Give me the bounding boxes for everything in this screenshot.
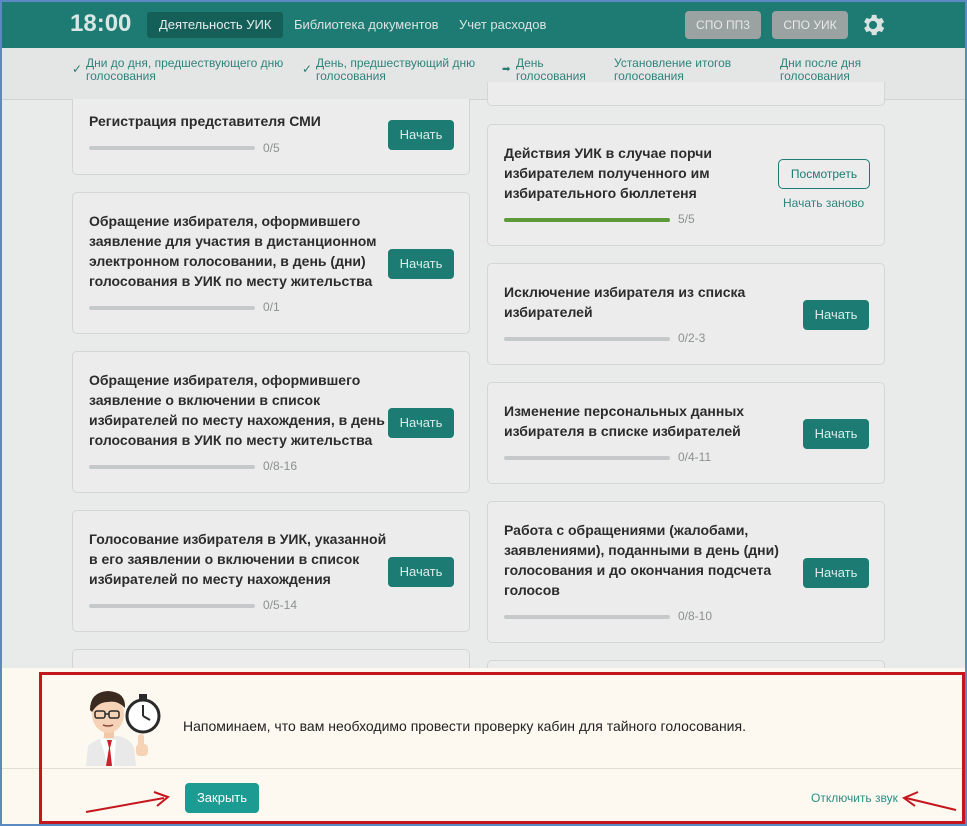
check-icon: ✓ xyxy=(302,62,313,76)
progress-bar xyxy=(89,465,255,469)
task-title: Работа с обращениями (жалобами, заявлени… xyxy=(504,522,779,598)
task-card: Регистрация представителя СМИ 0/5 Начать xyxy=(72,99,470,175)
progress-bar xyxy=(504,337,670,341)
task-card: Обращение избирателя, оформившего заявле… xyxy=(72,351,470,493)
start-button[interactable]: Начать xyxy=(803,419,869,449)
task-title: Обращение избирателя, оформившего заявле… xyxy=(89,372,385,448)
progress-bar xyxy=(89,604,255,608)
spo-ppz-button[interactable]: СПО ПП3 xyxy=(685,11,761,39)
step-days-after[interactable]: Дни после дня голосования xyxy=(780,57,861,83)
task-card: Голосование избирателя в УИК, указанной … xyxy=(72,510,470,632)
task-title: Голосование избирателя в УИК, указанной … xyxy=(89,531,387,587)
start-button[interactable]: Начать xyxy=(388,120,454,150)
task-card: Действия УИК в случае порчи избирателем … xyxy=(487,124,885,246)
progress-bar xyxy=(89,306,255,310)
progress-bar xyxy=(504,615,670,619)
task-card-partial xyxy=(487,82,885,106)
progress-count: 5/5 xyxy=(678,212,695,226)
progress-count: 0/4-11 xyxy=(678,450,712,464)
progress-count: 0/5-14 xyxy=(263,598,298,612)
progress-count: 0/1 xyxy=(263,300,280,314)
check-icon: ✓ xyxy=(72,62,83,76)
spo-uik-button[interactable]: СПО УИК xyxy=(772,11,848,39)
task-title: Действия УИК в случае порчи избирателем … xyxy=(504,145,712,201)
start-button[interactable]: Начать xyxy=(803,300,869,330)
task-card: Изменение персональных данных избирателя… xyxy=(487,382,885,484)
progress-bar xyxy=(89,146,255,150)
progress-count: 0/8-10 xyxy=(678,609,713,623)
clock: 18:00 xyxy=(70,10,132,37)
start-button[interactable]: Начать xyxy=(803,558,869,588)
step-day-before[interactable]: ✓ День, предшествующий дню голосования xyxy=(302,57,475,83)
task-title: Обращение избирателя, оформившего заявле… xyxy=(89,213,377,289)
progress-bar xyxy=(504,456,670,460)
arrow-left-annotation-icon xyxy=(901,791,957,811)
task-card: Обращение избирателя, оформившего заявле… xyxy=(72,192,470,334)
start-button[interactable]: Начать xyxy=(388,408,454,438)
start-button[interactable]: Начать xyxy=(388,557,454,587)
nav-expense-accounting[interactable]: Учет расходов xyxy=(447,12,558,38)
arrow-right-annotation-icon xyxy=(85,791,171,813)
task-card: Исключение избирателя из списка избирате… xyxy=(487,263,885,365)
step-results[interactable]: Установление итогов голосования xyxy=(614,57,731,83)
nav-document-library[interactable]: Библиотека документов xyxy=(282,12,451,38)
step-voting-day[interactable]: ➡ День голосования xyxy=(502,57,586,83)
task-title: Регистрация представителя СМИ xyxy=(89,113,321,129)
highlight-frame xyxy=(39,672,965,824)
start-button[interactable]: Начать xyxy=(388,249,454,279)
top-header: 18:00 Деятельность УИК Библиотека докуме… xyxy=(2,2,965,48)
restart-link[interactable]: Начать заново xyxy=(783,196,864,210)
progress-count: 0/2-3 xyxy=(678,331,706,345)
arrow-right-icon: ➡ xyxy=(502,64,511,75)
view-button[interactable]: Посмотреть xyxy=(778,159,870,189)
task-title: Изменение персональных данных избирателя… xyxy=(504,403,745,439)
task-title: Исключение избирателя из списка избирате… xyxy=(504,284,746,320)
app-window: 18:00 Деятельность УИК Библиотека докуме… xyxy=(0,0,967,826)
progress-count: 0/5 xyxy=(263,141,280,155)
progress-bar xyxy=(504,218,670,222)
gear-icon[interactable] xyxy=(859,11,887,39)
nav-uik-activity[interactable]: Деятельность УИК xyxy=(147,12,284,38)
task-card: Работа с обращениями (жалобами, заявлени… xyxy=(487,501,885,643)
progress-count: 0/8-16 xyxy=(263,459,298,473)
step-days-before[interactable]: ✓ Дни до дня, предшествующего дню голосо… xyxy=(72,57,283,83)
